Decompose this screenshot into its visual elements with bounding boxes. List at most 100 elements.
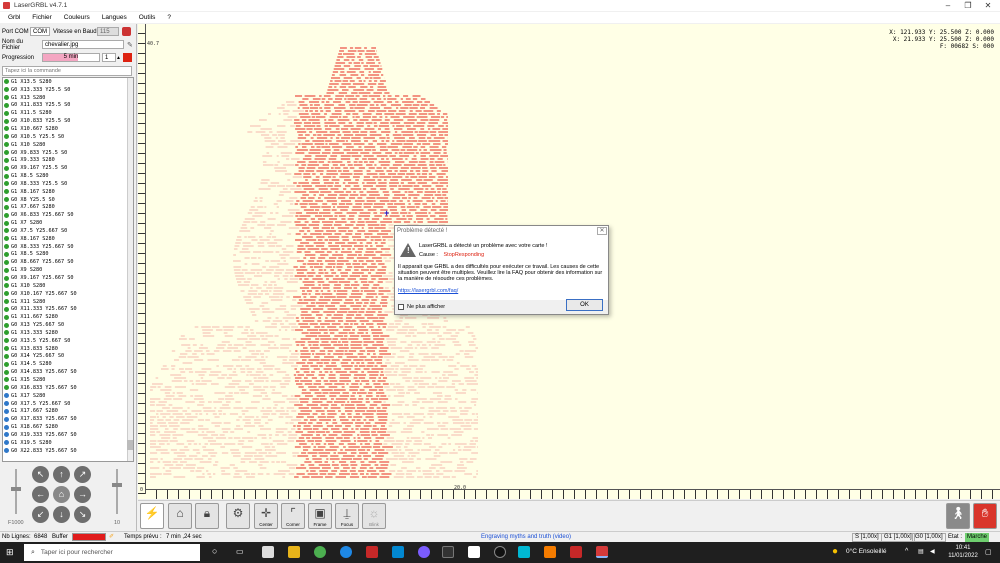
gcode-line[interactable]: G1 X14.5 S280 (3, 360, 133, 368)
chrome-icon[interactable] (314, 546, 326, 558)
copies-field[interactable]: 1 (102, 53, 116, 62)
port-select[interactable]: COM (30, 27, 50, 36)
gcode-line[interactable]: G1 X13 S280 (3, 94, 133, 102)
task-view-icon[interactable]: ▭ (236, 547, 244, 556)
dialog-close-button[interactable]: ✕ (597, 227, 607, 235)
feed-slider[interactable] (11, 469, 21, 514)
gcode-line[interactable]: G0 X16.833 Y25.667 S0 (3, 384, 133, 392)
feed-slider-knob[interactable] (11, 487, 21, 491)
unlock-button[interactable]: 🔒︎ (195, 503, 219, 529)
windows-start-icon[interactable]: ⊞ (6, 547, 14, 558)
walk-button[interactable]: 🚶︎ (946, 503, 970, 529)
menu-colors[interactable]: Couleurs (64, 14, 90, 21)
clock-time[interactable]: 10:41 (948, 545, 978, 551)
gcode-line[interactable]: G0 X19.333 Y25.667 S0 (3, 431, 133, 439)
menu-help[interactable]: ? (167, 14, 171, 21)
maximize-button[interactable]: ❐ (958, 0, 978, 11)
gcode-line[interactable]: G1 X17.667 S280 (3, 407, 133, 415)
edit-pencil-icon[interactable]: ✎ (127, 41, 133, 49)
clock-date[interactable]: 11/01/2022 (944, 553, 982, 559)
copies-spin-icon[interactable]: ▲ (116, 55, 121, 61)
homing-button[interactable]: ⌂ (168, 503, 192, 529)
gcode-line[interactable]: G1 X13.5 S280 (3, 78, 133, 86)
gcode-line[interactable]: G0 X9.833 Y25.5 S0 (3, 149, 133, 157)
explorer-icon[interactable] (262, 546, 274, 558)
gcode-line[interactable]: G0 X11.833 Y25.5 S0 (3, 102, 133, 110)
gcode-scroll-thumb[interactable] (127, 440, 133, 450)
gcode-line[interactable]: G0 X10.833 Y25.5 S0 (3, 117, 133, 125)
gmail-icon[interactable] (366, 546, 378, 558)
gcode-line[interactable]: G0 X14 Y25.667 S0 (3, 353, 133, 361)
gcode-line[interactable]: G1 X8.167 S280 (3, 188, 133, 196)
gcode-line[interactable]: G0 X13 Y25.667 S0 (3, 321, 133, 329)
gcode-list[interactable]: G1 X13.5 S280 G0 X13.333 Y25.5 S0 G1 X13 S… (2, 77, 134, 462)
menu-grbl[interactable]: Grbl (8, 14, 20, 21)
jog-right-button[interactable]: → (74, 486, 91, 503)
messenger-icon[interactable] (418, 546, 430, 558)
gcode-line[interactable]: G1 X15 S280 (3, 376, 133, 384)
gcode-line[interactable]: G0 X6.833 Y25.667 S0 (3, 211, 133, 219)
cortana-icon[interactable]: ○ (212, 546, 217, 556)
gcode-line[interactable]: G0 X9.167 Y25.667 S0 (3, 274, 133, 282)
emergency-stop-button[interactable]: ✋︎ (973, 503, 997, 529)
gcode-line[interactable]: G0 X8.667 Y25.667 S0 (3, 258, 133, 266)
gcode-line[interactable]: G1 X10 S280 (3, 141, 133, 149)
jog-down-left-button[interactable]: ↙ (32, 506, 49, 523)
frame-button[interactable]: ▣ Frame (308, 503, 332, 529)
reset-button[interactable]: ⚙ (226, 503, 250, 529)
dont-show-checkbox[interactable] (398, 304, 404, 310)
gcode-line[interactable]: G1 X19.5 S280 (3, 439, 133, 447)
gcode-line[interactable]: G0 X14.833 Y25.667 S0 (3, 368, 133, 376)
network-icon[interactable]: ▤ (918, 548, 924, 555)
jog-up-left-button[interactable]: ↖ (32, 466, 49, 483)
file-name-field[interactable]: chevalier.jpg (42, 40, 124, 49)
step-slider[interactable] (112, 469, 122, 514)
gcode-line[interactable]: G0 X8.333 Y25.667 S0 (3, 243, 133, 251)
promo-link[interactable]: Engraving myths and truth (video) (481, 533, 571, 542)
app-icon-cyan[interactable] (518, 546, 530, 558)
center-button[interactable]: ✛ Center (254, 503, 278, 529)
gcode-line[interactable]: G1 X17 S280 (3, 392, 133, 400)
g1-override[interactable]: G1 [1,00x] (881, 533, 915, 542)
gcode-line[interactable]: G1 X13.333 S280 (3, 329, 133, 337)
gcode-line[interactable]: G1 X9.333 S280 (3, 156, 133, 164)
gcode-line[interactable]: G1 X11.667 S280 (3, 313, 133, 321)
gcode-line[interactable]: G0 X17.833 Y25.667 S0 (3, 415, 133, 423)
menu-file[interactable]: Fichier (32, 14, 52, 21)
s-override[interactable]: S [1,00x] (852, 533, 882, 542)
focus-button[interactable]: ⍊ Focus (335, 503, 359, 529)
gcode-line[interactable]: G0 X13.5 Y25.667 S0 (3, 337, 133, 345)
edge-icon[interactable] (340, 546, 352, 558)
jog-up-button[interactable]: ↑ (53, 466, 70, 483)
connect-icon[interactable] (122, 27, 131, 36)
gcode-line[interactable]: G1 X8.167 S280 (3, 235, 133, 243)
gcode-line[interactable]: G1 X8.5 S280 (3, 172, 133, 180)
lasergrbl-taskbar-icon[interactable] (596, 546, 608, 558)
gcode-line[interactable]: G1 X18.667 S280 (3, 423, 133, 431)
gcode-line[interactable]: G1 X13.833 S280 (3, 345, 133, 353)
gcode-line[interactable]: G0 X8 Y25.5 S0 (3, 196, 133, 204)
baud-select[interactable]: 115 (97, 27, 119, 36)
g0-override[interactable]: G0 [1,00x] (912, 533, 946, 542)
app-icon-circle[interactable] (494, 546, 506, 558)
menu-languages[interactable]: Langues (102, 14, 127, 21)
gcode-line[interactable]: G1 X7 S280 (3, 219, 133, 227)
gcode-line[interactable]: G1 X10 S280 (3, 282, 133, 290)
gcode-line[interactable]: G1 X7.667 S280 (3, 204, 133, 212)
app-icon-red[interactable] (570, 546, 582, 558)
gcode-line[interactable]: G1 X11 S280 (3, 298, 133, 306)
gcode-line[interactable]: G0 X8.333 Y25.5 S0 (3, 180, 133, 188)
blink-button[interactable]: ☼ Blink (362, 503, 386, 529)
corner-button[interactable]: ⌜ Corner (281, 503, 305, 529)
app-icon-inkscape[interactable] (468, 546, 480, 558)
tray-chevron-icon[interactable]: ^ (905, 548, 908, 555)
app-icon-dark[interactable] (442, 546, 454, 558)
gcode-line[interactable]: G0 X22.833 Y25.667 S0 (3, 447, 133, 455)
gcode-line[interactable]: G0 X7.5 Y25.667 S0 (3, 227, 133, 235)
gcode-line[interactable]: G1 X10.667 S280 (3, 125, 133, 133)
step-slider-knob[interactable] (112, 483, 122, 487)
menu-tools[interactable]: Outils (139, 14, 156, 21)
jog-down-right-button[interactable]: ↘ (74, 506, 91, 523)
ok-button[interactable]: OK (566, 299, 603, 311)
jog-up-right-button[interactable]: ↗ (74, 466, 91, 483)
